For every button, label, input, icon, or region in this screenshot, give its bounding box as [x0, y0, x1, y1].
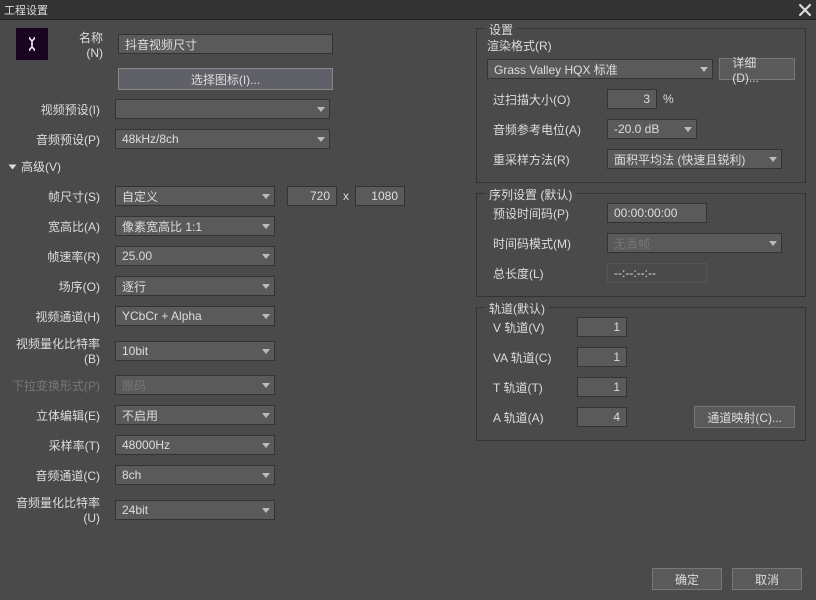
pulldown-select: 原码 — [115, 375, 275, 395]
tcmode-label: 时间码模式(M) — [487, 235, 607, 252]
chevron-down-icon — [9, 164, 17, 169]
name-input[interactable] — [118, 34, 333, 54]
audio-preset-select[interactable]: 48kHz/8ch — [115, 129, 330, 149]
srate-label: 采样率(T) — [10, 437, 115, 454]
settings-title: 设置 — [485, 21, 517, 38]
field-label: 场序(O) — [10, 278, 115, 295]
t-track-label: T 轨道(T) — [487, 379, 577, 396]
sequence-section: 序列设置 (默认) 预设时间码(P) 时间码模式(M)无丢帧 总长度(L)--:… — [476, 193, 806, 297]
field-select[interactable]: 逐行 — [115, 276, 275, 296]
fps-label: 帧速率(R) — [10, 248, 115, 265]
aspect-select[interactable]: 像素宽高比 1:1 — [115, 216, 275, 236]
cancel-button[interactable]: 取消 — [732, 568, 802, 590]
stereo-select[interactable]: 不启用 — [115, 405, 275, 425]
v-track-input[interactable] — [577, 317, 627, 337]
totallen-value: --:--:--:-- — [607, 263, 707, 283]
achan-label: 音频通道(C) — [10, 467, 115, 484]
aquant-select[interactable]: 24bit — [115, 500, 275, 520]
aref-select[interactable]: -20.0 dB — [607, 119, 697, 139]
channel-map-button[interactable]: 通道映射(C)... — [694, 406, 795, 428]
tracks-title: 轨道(默认) — [485, 300, 549, 317]
detail-button[interactable]: 详细(D)... — [719, 58, 795, 80]
window-title: 工程设置 — [4, 2, 48, 18]
frame-width-input[interactable] — [287, 186, 337, 206]
overscan-unit: % — [663, 92, 674, 106]
vchan-label: 视频通道(H) — [10, 308, 115, 325]
vquant-label: 视频量化比特率(B) — [10, 335, 115, 366]
audio-preset-label: 音频预设(P) — [10, 131, 115, 148]
aref-label: 音频参考电位(A) — [487, 121, 607, 138]
tracks-section: 轨道(默认) V 轨道(V) VA 轨道(C) T 轨道(T) A 轨道(A) … — [476, 307, 806, 441]
preset-icon — [16, 28, 48, 60]
pulldown-label: 下拉变换形式(P) — [10, 377, 115, 394]
stereo-label: 立体编辑(E) — [10, 407, 115, 424]
select-icon-button[interactable]: 选择图标(I)... — [118, 68, 333, 90]
name-label: 名称(N) — [68, 29, 118, 60]
frame-height-input[interactable] — [355, 186, 405, 206]
frame-size-label: 帧尺寸(S) — [10, 188, 115, 205]
aspect-label: 宽高比(A) — [10, 218, 115, 235]
vchan-select[interactable]: YCbCr + Alpha — [115, 306, 275, 326]
overscan-input[interactable] — [607, 89, 657, 109]
fps-select[interactable]: 25.00 — [115, 246, 275, 266]
a-track-label: A 轨道(A) — [487, 409, 577, 426]
advanced-toggle[interactable]: 高级(V) — [10, 158, 466, 175]
close-icon[interactable] — [798, 3, 812, 17]
settings-section: 设置 渲染格式(R) Grass Valley HQX 标准 详细(D)... … — [476, 28, 806, 183]
preset-tc-input[interactable] — [607, 203, 707, 223]
resample-label: 重采样方法(R) — [487, 151, 607, 168]
va-track-input[interactable] — [577, 347, 627, 367]
ok-button[interactable]: 确定 — [652, 568, 722, 590]
overscan-label: 过扫描大小(O) — [487, 91, 607, 108]
render-format-select[interactable]: Grass Valley HQX 标准 — [487, 59, 713, 79]
totallen-label: 总长度(L) — [487, 265, 607, 282]
srate-select[interactable]: 48000Hz — [115, 435, 275, 455]
tcmode-select: 无丢帧 — [607, 233, 782, 253]
a-track-input[interactable] — [577, 407, 627, 427]
video-preset-select[interactable] — [115, 99, 330, 119]
vquant-select[interactable]: 10bit — [115, 341, 275, 361]
t-track-input[interactable] — [577, 377, 627, 397]
aquant-label: 音频量化比特率(U) — [10, 494, 115, 525]
frame-size-select[interactable]: 自定义 — [115, 186, 275, 206]
v-track-label: V 轨道(V) — [487, 319, 577, 336]
va-track-label: VA 轨道(C) — [487, 349, 577, 366]
preset-tc-label: 预设时间码(P) — [487, 205, 607, 222]
video-preset-label: 视频预设(I) — [10, 101, 115, 118]
dimension-x: x — [343, 189, 349, 203]
achan-select[interactable]: 8ch — [115, 465, 275, 485]
sequence-title: 序列设置 (默认) — [485, 186, 576, 203]
resample-select[interactable]: 面积平均法 (快速且锐利) — [607, 149, 782, 169]
render-format-label: 渲染格式(R) — [487, 37, 795, 54]
